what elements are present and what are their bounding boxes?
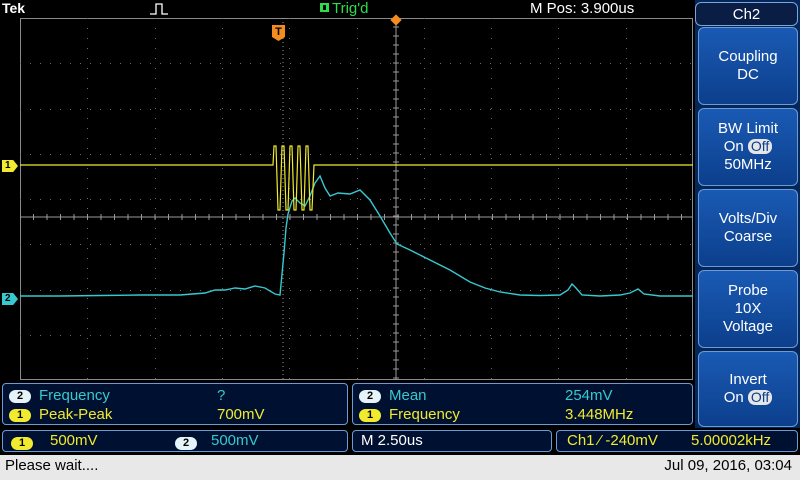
timebase-readout[interactable]: M 2.50us: [352, 430, 552, 452]
measurement-panel-right[interactable]: 2 Mean 254mV 1 Frequency 3.448MHz: [352, 383, 693, 425]
ch2-scale: 500mV: [211, 432, 259, 449]
bw-limit-off-pill: Off: [747, 139, 773, 154]
ch1-scale: 500mV: [50, 432, 98, 449]
channel-chip: 2: [9, 389, 31, 403]
bw-limit-button[interactable]: BW Limit On Off 50MHz: [698, 108, 798, 186]
waveform-display[interactable]: [20, 18, 693, 380]
side-menu: Ch2 Coupling DC BW Limit On Off 50MHz Vo…: [695, 0, 800, 428]
trigger-frequency: 5.00002kHz: [691, 432, 772, 449]
trigger-edge-icon: [150, 3, 168, 15]
measurement-row: 1 Frequency 3.448MHz: [359, 405, 684, 424]
channel-chip: 1: [359, 408, 381, 422]
horizontal-position: M Pos: 3.900us: [530, 0, 635, 17]
probe-button[interactable]: Probe 10X Voltage: [698, 270, 798, 348]
status-bar: Please wait.... Jul 09, 2016, 03:04: [0, 455, 800, 480]
ch1-level-marker[interactable]: 1: [2, 160, 18, 172]
graticule: [20, 18, 693, 380]
invert-button[interactable]: Invert On Off: [698, 351, 798, 427]
trigger-level: Ch1 ⁄ -240mV: [567, 432, 658, 449]
side-menu-title: Ch2: [695, 2, 798, 26]
status-message: Please wait....: [5, 457, 99, 474]
vertical-scale-readout[interactable]: 1 500mV 2 500mV: [2, 430, 348, 452]
trigger-status: Trig'd: [320, 0, 368, 17]
measurement-row: 1 Peak-Peak 700mV: [9, 405, 339, 424]
top-status-bar: Tek Trig'd M Pos: 3.900us: [0, 0, 695, 18]
ch2-level-marker[interactable]: 2: [2, 293, 18, 305]
measurement-row: 2 Mean 254mV: [359, 386, 684, 405]
channel-chip: 1: [11, 436, 33, 450]
measurement-row: 2 Frequency ?: [9, 386, 339, 405]
channel-chip: 2: [175, 436, 197, 450]
status-datetime: Jul 09, 2016, 03:04: [664, 457, 792, 474]
channel-chip: 1: [9, 408, 31, 422]
invert-off-pill: Off: [747, 390, 773, 405]
brand-logo: Tek: [2, 0, 26, 16]
trigger-readout[interactable]: Ch1 ⁄ -240mV 5.00002kHz: [556, 430, 798, 452]
channel-chip: 2: [359, 389, 381, 403]
measurement-panel-left[interactable]: 2 Frequency ? 1 Peak-Peak 700mV: [2, 383, 348, 425]
trigger-status-icon: [320, 3, 329, 12]
volts-div-button[interactable]: Volts/Div Coarse: [698, 189, 798, 267]
coupling-button[interactable]: Coupling DC: [698, 27, 798, 105]
